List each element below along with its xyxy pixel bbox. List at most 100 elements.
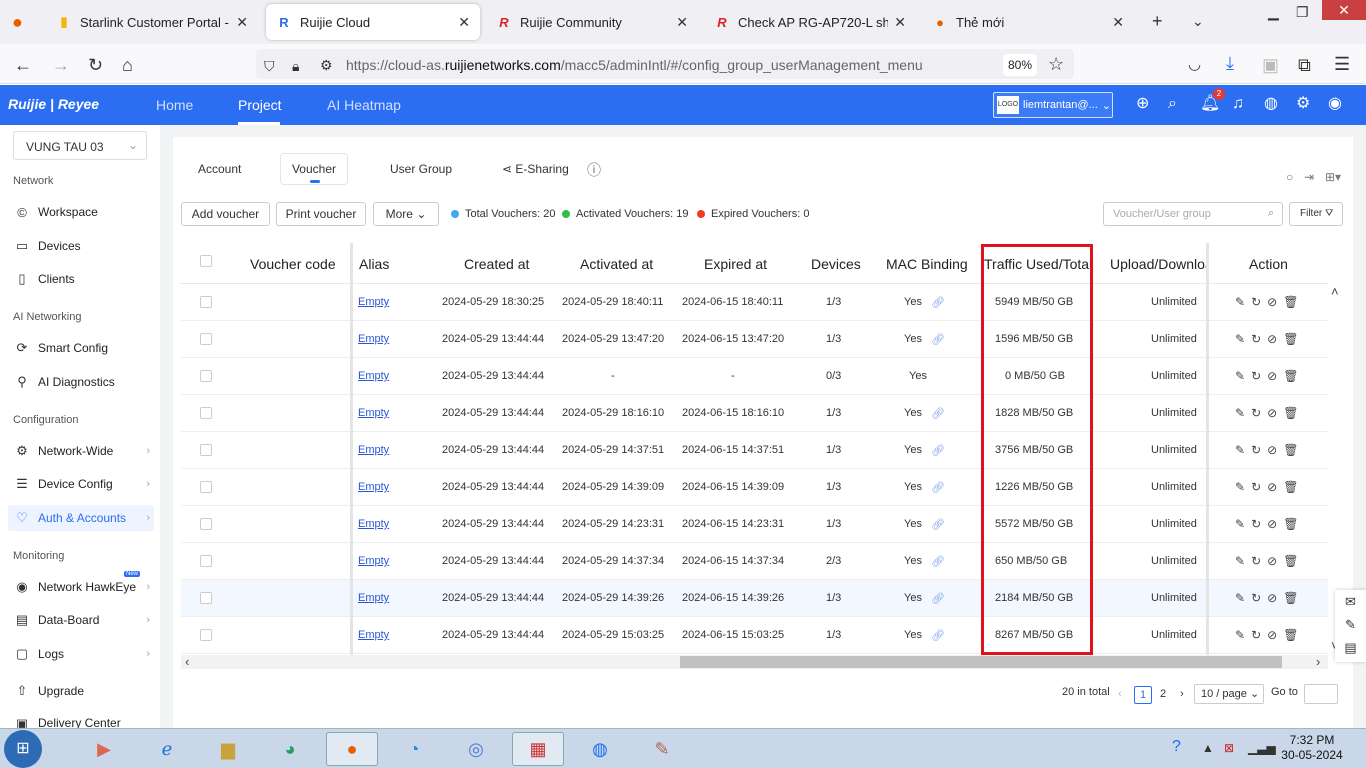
sidebar-item-clients[interactable]: ▯ Clients — [8, 266, 154, 292]
delete-icon[interactable]: 🗑︎ — [1283, 443, 1304, 457]
paint-icon[interactable]: ✎ — [636, 732, 688, 766]
reset-icon[interactable]: ↻ — [1251, 517, 1267, 531]
delete-icon[interactable]: 🗑︎ — [1283, 369, 1304, 383]
maximize-icon[interactable]: ❐ — [1296, 2, 1309, 22]
reload-icon[interactable]: ↻ — [88, 55, 103, 75]
goto-page-input[interactable] — [1304, 684, 1338, 704]
url-text[interactable]: https://cloud-as.ruijienetworks.com/macc… — [346, 57, 923, 73]
close-window-icon[interactable]: ✕ — [1322, 0, 1366, 20]
disable-icon[interactable]: ⊘ — [1267, 554, 1283, 568]
browser-tab-starlink[interactable]: ▮ Starlink Customer Portal - Rep ✕ — [46, 4, 258, 40]
lock-icon[interactable]: 🔒︎ — [292, 56, 299, 76]
system-clock[interactable]: 7:32 PM 30-05-2024 — [1272, 733, 1352, 763]
sidebar-item-auth-accounts[interactable]: ♡ Auth & Accounts › — [8, 505, 154, 531]
edit-icon[interactable]: ✎ — [1235, 443, 1251, 457]
reset-icon[interactable]: ↻ — [1251, 480, 1267, 494]
sidebar-item-network-wide[interactable]: ⚙ Network-Wide › — [8, 438, 154, 464]
sidebar-item-upgrade[interactable]: ⇧ Upgrade — [8, 678, 154, 704]
network-status-icon[interactable]: ⊠ — [1224, 741, 1234, 755]
disable-icon[interactable]: ⊘ — [1267, 332, 1283, 346]
nav-ai-heatmap[interactable]: AI Heatmap — [327, 97, 401, 113]
row-checkbox[interactable] — [200, 333, 212, 345]
forward-icon[interactable]: → — [52, 55, 70, 75]
cell-alias[interactable]: Empty — [358, 481, 389, 493]
disable-icon[interactable]: ⊘ — [1267, 369, 1283, 383]
header-voucher-code[interactable]: Voucher code — [250, 256, 336, 272]
browser-tab-ruijie-community[interactable]: R Ruijie Community ✕ — [486, 4, 698, 40]
row-checkbox[interactable] — [200, 370, 212, 382]
sidebar-item-workspace[interactable]: © Workspace — [8, 199, 154, 225]
sidebar-item-network-hawkeye[interactable]: ◉ Network HawkEye › — [8, 574, 154, 600]
disable-icon[interactable]: ⊘ — [1267, 517, 1283, 531]
refresh-icon[interactable]: ○ — [1286, 170, 1293, 184]
header-activated-at[interactable]: Activated at — [580, 256, 653, 272]
edit-icon[interactable]: ✎ — [1235, 332, 1251, 346]
site-selector[interactable]: VUNG TAU 03 ⌄ — [13, 131, 147, 160]
edit-icon[interactable]: ✎ — [1235, 406, 1251, 420]
page-2-button[interactable]: 2 — [1156, 686, 1170, 704]
settings-gear-icon[interactable]: ⚙ — [1296, 94, 1310, 114]
sidebar-item-device-config[interactable]: ☰ Device Config › — [8, 471, 154, 497]
search-input[interactable]: Voucher/User group ⌕ — [1103, 202, 1283, 226]
zoom-level[interactable]: 80% — [1003, 54, 1037, 76]
cell-alias[interactable]: Empty — [358, 444, 389, 456]
new-tab-icon[interactable]: + — [1152, 11, 1163, 31]
link-icon[interactable]: 🔗︎ — [931, 407, 945, 420]
user-profile-icon[interactable]: ◉ — [1328, 94, 1342, 114]
reset-icon[interactable]: ↻ — [1251, 591, 1267, 605]
feedback-icon[interactable]: ✎ — [1335, 613, 1366, 636]
row-checkbox[interactable] — [200, 592, 212, 604]
header-devices[interactable]: Devices — [811, 256, 861, 272]
extensions-icon[interactable]: ⧉ — [1298, 55, 1311, 75]
clipboard-icon[interactable]: ▤ — [1335, 636, 1366, 659]
reset-icon[interactable]: ↻ — [1251, 628, 1267, 642]
file-explorer-icon[interactable]: ▆ — [202, 732, 254, 766]
extension-icon[interactable]: ▣ — [1262, 55, 1279, 75]
tab-list-icon[interactable]: ⌄ — [1192, 11, 1204, 31]
filter-button[interactable]: Filter ⛛ — [1289, 202, 1343, 226]
row-checkbox[interactable] — [200, 518, 212, 530]
sidebar-item-delivery-center[interactable]: ▣ Delivery Center — [8, 716, 154, 728]
link-icon[interactable]: 🔗︎ — [931, 333, 945, 346]
tab-voucher[interactable]: Voucher — [280, 153, 348, 185]
link-icon[interactable]: 🔗︎ — [931, 555, 945, 568]
delete-icon[interactable]: 🗑︎ — [1283, 406, 1304, 420]
cell-alias[interactable]: Empty — [358, 333, 389, 345]
edge-icon[interactable]: ◔ — [388, 732, 440, 766]
chat-icon[interactable]: ✉ — [1335, 590, 1366, 613]
internet-explorer-icon[interactable]: ℯ — [141, 732, 193, 766]
close-tab-icon[interactable]: ✕ — [236, 14, 248, 31]
tab-user-group[interactable]: User Group — [390, 162, 452, 176]
row-checkbox[interactable] — [200, 407, 212, 419]
horizontal-scrollbar-thumb[interactable] — [680, 656, 1282, 668]
row-checkbox[interactable] — [200, 444, 212, 456]
row-checkbox[interactable] — [200, 629, 212, 641]
account-selector[interactable]: LOGO liemtrantan@... ⌄ — [993, 92, 1113, 118]
delete-icon[interactable]: 🗑︎ — [1283, 554, 1304, 568]
print-voucher-button[interactable]: Print voucher — [276, 202, 366, 226]
download-icon[interactable]: ⤓ — [1226, 53, 1234, 73]
delete-icon[interactable]: 🗑︎ — [1283, 480, 1304, 494]
edit-icon[interactable]: ✎ — [1235, 628, 1251, 642]
reset-icon[interactable]: ↻ — [1251, 295, 1267, 309]
chromium-icon[interactable]: ◎ — [450, 732, 502, 766]
header-mac-binding[interactable]: MAC Binding — [886, 256, 968, 272]
disable-icon[interactable]: ⊘ — [1267, 591, 1283, 605]
add-voucher-button[interactable]: Add voucher — [181, 202, 270, 226]
ruijie-logo[interactable]: Ruijie | Reyee — [8, 96, 99, 112]
reset-icon[interactable]: ↻ — [1251, 443, 1267, 457]
cell-alias[interactable]: Empty — [358, 592, 389, 604]
firefox-menu-icon[interactable]: ● — [12, 12, 23, 32]
sidebar-item-logs[interactable]: ▢ Logs › — [8, 641, 154, 667]
link-icon[interactable]: 🔗︎ — [931, 629, 945, 642]
globe-icon[interactable]: ◍ — [1264, 94, 1278, 114]
reset-icon[interactable]: ↻ — [1251, 554, 1267, 568]
header-action[interactable]: Action — [1249, 256, 1288, 272]
permissions-icon[interactable]: ⚙ — [320, 55, 333, 75]
pocket-icon[interactable]: ◡ — [1188, 55, 1201, 75]
sidebar-item-devices[interactable]: ▭ Devices — [8, 233, 154, 259]
close-tab-icon[interactable]: ✕ — [676, 14, 688, 31]
sidebar-item-data-board[interactable]: ▤ Data-Board › — [8, 607, 154, 633]
shield-icon[interactable]: ⛉ — [264, 56, 275, 76]
disable-icon[interactable]: ⊘ — [1267, 443, 1283, 457]
